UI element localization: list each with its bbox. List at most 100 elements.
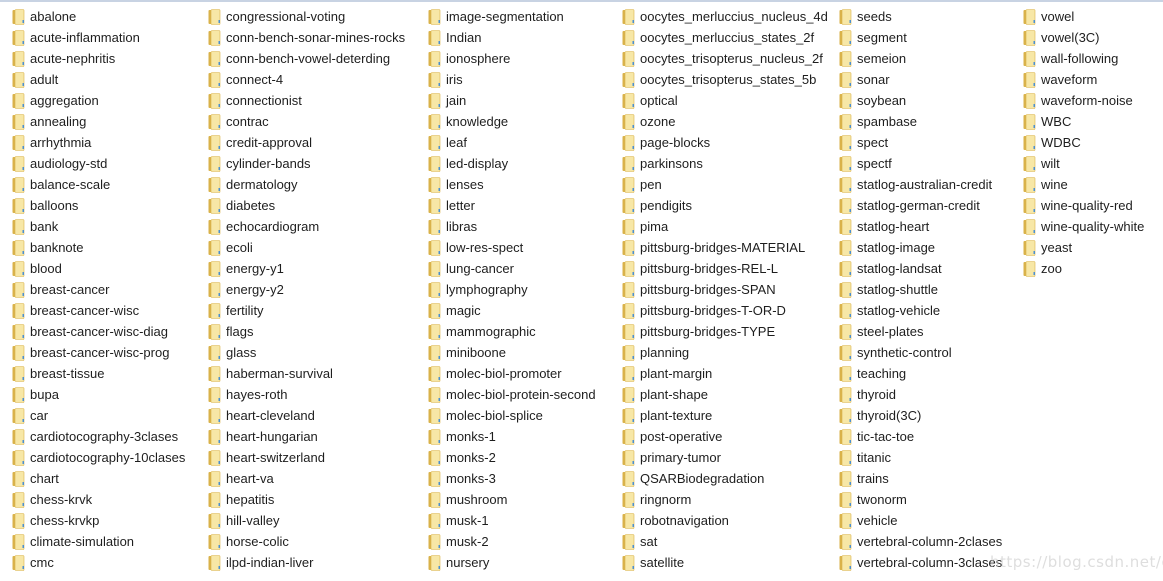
- folder-item[interactable]: ringnorm: [622, 489, 828, 510]
- folder-item[interactable]: segment: [839, 27, 1002, 48]
- folder-item[interactable]: statlog-image: [839, 237, 1002, 258]
- folder-item[interactable]: heart-hungarian: [208, 426, 405, 447]
- folder-item[interactable]: lung-cancer: [428, 258, 596, 279]
- folder-item[interactable]: page-blocks: [622, 132, 828, 153]
- folder-item[interactable]: pen: [622, 174, 828, 195]
- folder-item[interactable]: letter: [428, 195, 596, 216]
- folder-item[interactable]: statlog-australian-credit: [839, 174, 1002, 195]
- folder-item[interactable]: heart-cleveland: [208, 405, 405, 426]
- folder-item[interactable]: zoo: [1023, 258, 1144, 279]
- folder-item[interactable]: thyroid(3C): [839, 405, 1002, 426]
- folder-item[interactable]: abalone: [12, 6, 185, 27]
- folder-item[interactable]: parkinsons: [622, 153, 828, 174]
- folder-item[interactable]: lenses: [428, 174, 596, 195]
- folder-item[interactable]: chess-krvk: [12, 489, 185, 510]
- folder-item[interactable]: oocytes_trisopterus_nucleus_2f: [622, 48, 828, 69]
- folder-item[interactable]: spect: [839, 132, 1002, 153]
- folder-item[interactable]: semeion: [839, 48, 1002, 69]
- folder-item[interactable]: trains: [839, 468, 1002, 489]
- folder-item[interactable]: satellite: [622, 552, 828, 573]
- folder-item[interactable]: breast-tissue: [12, 363, 185, 384]
- folder-item[interactable]: statlog-vehicle: [839, 300, 1002, 321]
- folder-item[interactable]: teaching: [839, 363, 1002, 384]
- folder-item[interactable]: pittsburg-bridges-T-OR-D: [622, 300, 828, 321]
- folder-item[interactable]: wall-following: [1023, 48, 1144, 69]
- folder-item[interactable]: statlog-heart: [839, 216, 1002, 237]
- folder-item[interactable]: synthetic-control: [839, 342, 1002, 363]
- folder-item[interactable]: image-segmentation: [428, 6, 596, 27]
- folder-item[interactable]: hayes-roth: [208, 384, 405, 405]
- folder-item[interactable]: vowel(3C): [1023, 27, 1144, 48]
- folder-item[interactable]: plant-margin: [622, 363, 828, 384]
- folder-item[interactable]: lymphography: [428, 279, 596, 300]
- folder-item[interactable]: musk-1: [428, 510, 596, 531]
- folder-item[interactable]: steel-plates: [839, 321, 1002, 342]
- folder-item[interactable]: energy-y1: [208, 258, 405, 279]
- folder-item[interactable]: monks-3: [428, 468, 596, 489]
- folder-item[interactable]: acute-inflammation: [12, 27, 185, 48]
- folder-item[interactable]: credit-approval: [208, 132, 405, 153]
- folder-item[interactable]: mushroom: [428, 489, 596, 510]
- folder-item[interactable]: fertility: [208, 300, 405, 321]
- folder-item[interactable]: climate-simulation: [12, 531, 185, 552]
- folder-item[interactable]: breast-cancer-wisc-diag: [12, 321, 185, 342]
- folder-item[interactable]: musk-2: [428, 531, 596, 552]
- folder-item[interactable]: breast-cancer-wisc-prog: [12, 342, 185, 363]
- folder-item[interactable]: post-operative: [622, 426, 828, 447]
- folder-item[interactable]: adult: [12, 69, 185, 90]
- folder-item[interactable]: waveform: [1023, 69, 1144, 90]
- folder-item[interactable]: pittsburg-bridges-TYPE: [622, 321, 828, 342]
- folder-item[interactable]: oocytes_merluccius_states_2f: [622, 27, 828, 48]
- folder-item[interactable]: libras: [428, 216, 596, 237]
- folder-item[interactable]: energy-y2: [208, 279, 405, 300]
- folder-item[interactable]: statlog-landsat: [839, 258, 1002, 279]
- folder-item[interactable]: spectf: [839, 153, 1002, 174]
- folder-item[interactable]: titanic: [839, 447, 1002, 468]
- folder-item[interactable]: molec-biol-promoter: [428, 363, 596, 384]
- folder-item[interactable]: cylinder-bands: [208, 153, 405, 174]
- folder-item[interactable]: led-display: [428, 153, 596, 174]
- folder-item[interactable]: acute-nephritis: [12, 48, 185, 69]
- folder-item[interactable]: robotnavigation: [622, 510, 828, 531]
- folder-item[interactable]: molec-biol-splice: [428, 405, 596, 426]
- folder-item[interactable]: iris: [428, 69, 596, 90]
- folder-item[interactable]: connect-4: [208, 69, 405, 90]
- folder-item[interactable]: leaf: [428, 132, 596, 153]
- folder-item[interactable]: annealing: [12, 111, 185, 132]
- folder-item[interactable]: sonar: [839, 69, 1002, 90]
- folder-item[interactable]: ecoli: [208, 237, 405, 258]
- folder-item[interactable]: ozone: [622, 111, 828, 132]
- folder-item[interactable]: pittsburg-bridges-REL-L: [622, 258, 828, 279]
- folder-item[interactable]: ionosphere: [428, 48, 596, 69]
- folder-item[interactable]: nursery: [428, 552, 596, 573]
- folder-item[interactable]: magic: [428, 300, 596, 321]
- folder-item[interactable]: knowledge: [428, 111, 596, 132]
- folder-item[interactable]: pittsburg-bridges-SPAN: [622, 279, 828, 300]
- folder-item[interactable]: flags: [208, 321, 405, 342]
- folder-item[interactable]: yeast: [1023, 237, 1144, 258]
- folder-item[interactable]: hepatitis: [208, 489, 405, 510]
- folder-item[interactable]: seeds: [839, 6, 1002, 27]
- folder-item[interactable]: vertebral-column-3clases: [839, 552, 1002, 573]
- folder-item[interactable]: conn-bench-vowel-deterding: [208, 48, 405, 69]
- folder-item[interactable]: pima: [622, 216, 828, 237]
- folder-item[interactable]: breast-cancer-wisc: [12, 300, 185, 321]
- folder-item[interactable]: chart: [12, 468, 185, 489]
- folder-item[interactable]: tic-tac-toe: [839, 426, 1002, 447]
- folder-item[interactable]: QSARBiodegradation: [622, 468, 828, 489]
- folder-item[interactable]: mammographic: [428, 321, 596, 342]
- folder-item[interactable]: car: [12, 405, 185, 426]
- folder-item[interactable]: balloons: [12, 195, 185, 216]
- folder-item[interactable]: primary-tumor: [622, 447, 828, 468]
- folder-item[interactable]: blood: [12, 258, 185, 279]
- folder-item[interactable]: wine: [1023, 174, 1144, 195]
- folder-item[interactable]: Indian: [428, 27, 596, 48]
- folder-item[interactable]: low-res-spect: [428, 237, 596, 258]
- folder-item[interactable]: congressional-voting: [208, 6, 405, 27]
- folder-item[interactable]: monks-1: [428, 426, 596, 447]
- folder-item[interactable]: ilpd-indian-liver: [208, 552, 405, 573]
- folder-item[interactable]: sat: [622, 531, 828, 552]
- folder-item[interactable]: jain: [428, 90, 596, 111]
- folder-item[interactable]: spambase: [839, 111, 1002, 132]
- folder-item[interactable]: haberman-survival: [208, 363, 405, 384]
